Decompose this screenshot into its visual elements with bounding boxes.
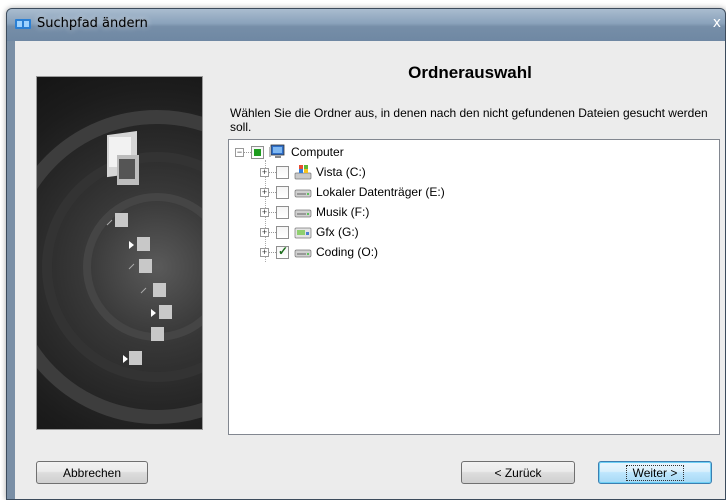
tree-row-coding[interactable]: + Coding (O:) [260,243,378,261]
expand-toggle[interactable]: + [260,227,269,237]
expand-toggle[interactable]: + [260,187,269,197]
cancel-button[interactable]: Abbrechen [36,461,148,484]
tree-row-musik[interactable]: + Musik (F:) [260,203,369,221]
tree-row-gfx[interactable]: + Gfx (G:) [260,223,359,241]
title-bar[interactable]: Suchpfad ändern x [7,9,725,41]
back-button-label: < Zurück [494,465,542,480]
checkbox-musik[interactable] [276,205,289,219]
collapse-toggle[interactable]: − [235,147,244,157]
wizard-window: Suchpfad ändern x Ordnerauswahl Wählen S… [6,8,726,500]
back-button[interactable]: < Zurück [461,461,575,484]
expand-toggle[interactable]: + [260,247,269,257]
windows-drive-icon [294,165,312,180]
tree-row-computer[interactable]: − Computer [235,143,344,161]
expand-toggle[interactable]: + [260,207,269,217]
cancel-button-label: Abbrechen [62,465,122,480]
hard-drive-icon [294,209,312,218]
checkbox-vista[interactable] [276,165,289,179]
next-button[interactable]: Weiter > [598,461,712,484]
drive-32-icon [294,227,312,239]
tree-label: Gfx (G:) [316,225,359,239]
tree-row-vista[interactable]: + Vista (C:) [260,163,366,181]
tree-label: Vista (C:) [316,165,366,179]
hard-drive-icon [294,249,312,258]
folder-tree[interactable]: − Computer + Vista (C:) + Lokaler Datent… [228,139,720,435]
tree-label: Computer [291,145,344,159]
hard-drive-icon [294,189,312,198]
next-button-label: Weiter > [625,464,685,481]
expand-toggle[interactable]: + [260,167,269,177]
page-title: Ordnerauswahl [408,63,532,82]
computer-icon [269,144,285,158]
wizard-side-image [36,76,203,430]
app-icon [15,19,31,29]
close-icon[interactable]: x [713,15,721,31]
checkbox-lokaler-datentraeger[interactable] [276,185,289,199]
checkbox-coding[interactable] [276,244,289,259]
checkbox-computer[interactable] [251,145,264,159]
dialog-body: Ordnerauswahl Wählen Sie die Ordner aus,… [15,41,725,499]
tree-label: Lokaler Datenträger (E:) [316,185,445,199]
tree-label: Musik (F:) [316,205,370,219]
page-description: Wählen Sie die Ordner aus, in denen nach… [230,106,708,134]
tree-row-lokaler-datentraeger[interactable]: + Lokaler Datenträger (E:) [260,183,445,201]
window-title: Suchpfad ändern [37,16,148,31]
checkbox-gfx[interactable] [276,225,289,239]
tree-label: Coding (O:) [316,245,379,259]
